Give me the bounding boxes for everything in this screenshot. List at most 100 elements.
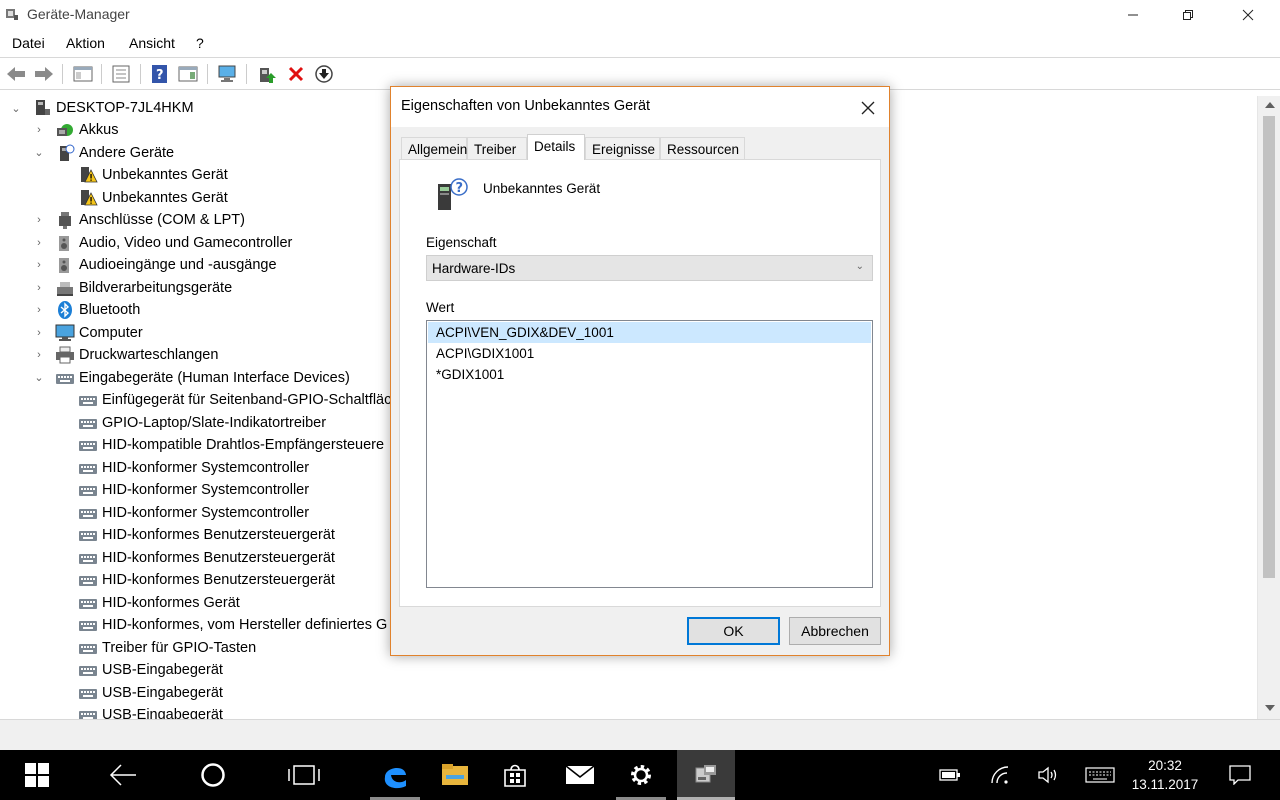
file-explorer-taskbar-button[interactable] — [430, 750, 480, 800]
taskbar: 20:32 13.11.2017 — [0, 750, 1280, 800]
cortana-button[interactable] — [188, 750, 238, 800]
update-driver-button[interactable] — [256, 63, 278, 85]
tree-node[interactable]: Unbekanntes Gerät — [56, 164, 228, 186]
tab-details[interactable]: Details — [527, 134, 585, 160]
store-taskbar-button[interactable] — [490, 750, 540, 800]
mail-taskbar-button[interactable] — [555, 750, 605, 800]
tree-node[interactable]: HID-konformes Benutzersteuergerät — [56, 524, 335, 546]
action-pane-button[interactable] — [177, 63, 199, 85]
uninstall-device-button[interactable] — [285, 63, 307, 85]
task-view-button[interactable] — [279, 750, 329, 800]
tree-node[interactable]: USB-Eingabegerät — [56, 682, 223, 704]
minimize-button[interactable] — [1110, 0, 1156, 30]
tree-node[interactable]: Einfügegerät für Seitenband-GPIO-Schaltf… — [56, 389, 391, 411]
expander-icon[interactable]: ⌄ — [10, 102, 22, 115]
list-item[interactable]: ACPI\GDIX1001 — [428, 343, 871, 364]
monitor-scan-icon — [218, 65, 236, 82]
volume-tray-button[interactable] — [1036, 764, 1060, 786]
help-button[interactable]: ? — [149, 63, 171, 85]
disable-device-button[interactable] — [313, 63, 335, 85]
cancel-button[interactable]: Abbrechen — [789, 617, 881, 645]
tree-node[interactable]: HID-konformer Systemcontroller — [56, 502, 309, 524]
unknown-device-warning-icon — [78, 188, 98, 208]
back-button[interactable] — [5, 63, 27, 85]
property-select[interactable]: Hardware-IDs ⌄ — [426, 255, 873, 281]
expander-icon[interactable]: ⌄ — [33, 371, 45, 384]
expander-icon[interactable]: › — [33, 237, 45, 249]
taskbar-clock[interactable]: 20:32 13.11.2017 — [1120, 756, 1210, 794]
tree-node[interactable]: ⌄ Andere Geräte — [33, 142, 174, 164]
tree-node[interactable]: HID-konformes Benutzersteuergerät — [56, 547, 335, 569]
edge-taskbar-button[interactable] — [370, 750, 420, 800]
scroll-down-icon[interactable] — [1265, 705, 1275, 711]
tree-node[interactable]: HID-konformer Systemcontroller — [56, 479, 309, 501]
expander-icon[interactable]: › — [33, 214, 45, 226]
tree-node[interactable]: › Anschlüsse (COM & LPT) — [33, 209, 245, 231]
menu-ansicht[interactable]: Ansicht — [129, 35, 175, 51]
tree-node[interactable]: Unbekanntes Gerät — [56, 187, 228, 209]
expander-icon[interactable]: › — [33, 349, 45, 361]
back-taskbar-button[interactable] — [98, 750, 148, 800]
tree-node[interactable]: GPIO-Laptop/Slate-Indikatortreiber — [56, 412, 326, 434]
list-item[interactable]: ACPI\VEN_GDIX&DEV_1001 — [428, 322, 871, 343]
tab-ressourcen[interactable]: Ressourcen — [660, 137, 745, 160]
scroll-up-icon[interactable] — [1265, 102, 1275, 108]
show-hide-console-tree-button[interactable] — [72, 63, 94, 85]
tree-node[interactable]: › Bluetooth — [33, 299, 140, 321]
tree-node[interactable]: HID-kompatible Drahtlos-Empfängersteuere — [56, 434, 384, 456]
action-center-button[interactable] — [1228, 764, 1252, 786]
value-label: Wert — [426, 300, 455, 315]
wifi-tray-button[interactable] — [988, 764, 1012, 786]
menu-aktion[interactable]: Aktion — [66, 35, 105, 51]
close-button[interactable] — [1225, 0, 1271, 30]
expander-icon[interactable]: › — [33, 327, 45, 339]
tree-node[interactable]: › Akkus — [33, 119, 118, 141]
clock-date: 13.11.2017 — [1131, 777, 1199, 792]
tree-node[interactable]: HID-konformes, vom Hersteller definierte… — [56, 614, 387, 636]
scrollbar-thumb[interactable] — [1263, 116, 1275, 578]
ok-button[interactable]: OK — [687, 617, 780, 645]
expander-icon[interactable]: › — [33, 259, 45, 271]
battery-tray-button[interactable] — [938, 764, 962, 786]
list-view-icon — [112, 65, 130, 83]
start-button[interactable] — [12, 750, 62, 800]
store-icon — [504, 764, 526, 787]
tree-node[interactable]: USB-Eingabegerät — [56, 704, 223, 719]
tree-node[interactable]: HID-konformes Gerät — [56, 592, 240, 614]
expander-icon[interactable]: › — [33, 282, 45, 294]
tab-ereignisse[interactable]: Ereignisse — [585, 137, 660, 160]
tree-node[interactable]: HID-konformes Benutzersteuergerät — [56, 569, 335, 591]
expander-icon[interactable]: ⌄ — [33, 146, 45, 159]
tree-node[interactable]: › Audioeingänge und -ausgänge — [33, 254, 277, 276]
tree-node[interactable]: › Druckwarteschlangen — [33, 344, 218, 366]
properties-view-button[interactable] — [110, 63, 132, 85]
restore-button[interactable] — [1165, 0, 1211, 30]
list-item[interactable]: *GDIX1001 — [428, 364, 871, 385]
hid-icon — [78, 435, 98, 455]
tree-node[interactable]: ⌄ Eingabegeräte (Human Interface Devices) — [33, 367, 349, 389]
expander-icon[interactable]: › — [33, 124, 45, 136]
settings-taskbar-button[interactable] — [616, 750, 666, 800]
tree-node[interactable]: › Bildverarbeitungsgeräte — [33, 277, 232, 299]
menu-datei[interactable]: Datei — [12, 35, 45, 51]
tree-node[interactable]: USB-Eingabegerät — [56, 659, 223, 681]
tree-root[interactable]: ⌄ DESKTOP-7JL4HKM — [10, 97, 194, 119]
forward-button[interactable] — [33, 63, 55, 85]
menu-help[interactable]: ? — [196, 35, 204, 51]
tree-node[interactable]: Treiber für GPIO-Tasten — [56, 637, 256, 659]
tree-node-label: Bluetooth — [79, 302, 141, 318]
scan-hardware-button[interactable] — [217, 63, 239, 85]
value-listbox[interactable]: ACPI\VEN_GDIX&DEV_1001 ACPI\GDIX1001 *GD… — [426, 320, 873, 588]
status-bar — [0, 719, 1280, 750]
tree-scrollbar[interactable] — [1257, 96, 1280, 719]
tab-allgemein[interactable]: Allgemein — [401, 137, 467, 160]
touch-keyboard-button[interactable] — [1085, 764, 1115, 786]
tree-node[interactable]: HID-konformer Systemcontroller — [56, 457, 309, 479]
tree-node[interactable]: › Computer — [33, 322, 143, 344]
console-tree-icon — [73, 66, 93, 82]
tree-node[interactable]: › Audio, Video und Gamecontroller — [33, 232, 292, 254]
tab-treiber[interactable]: Treiber — [467, 137, 527, 160]
expander-icon[interactable]: › — [33, 304, 45, 316]
device-manager-taskbar-button[interactable] — [677, 750, 735, 800]
dialog-close-button[interactable] — [855, 95, 881, 121]
